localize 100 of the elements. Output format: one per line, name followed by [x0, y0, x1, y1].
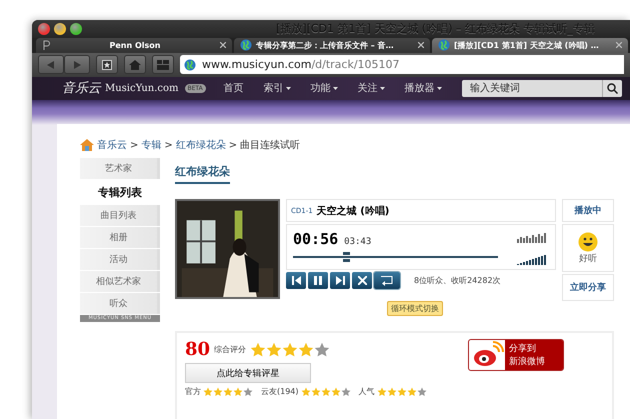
nav-link[interactable]: 关注 [358, 81, 385, 96]
loop-mode-button[interactable] [374, 272, 400, 289]
star-icon [396, 386, 407, 396]
rating-category: 官方 [185, 386, 201, 397]
sidebar-item[interactable]: 相似艺术家 [80, 271, 160, 292]
pause-icon [314, 276, 322, 285]
total-time: 03:43 [344, 237, 372, 247]
star-icon [340, 386, 351, 396]
search-field[interactable]: 输入关键词 [462, 80, 602, 97]
star-icon [314, 342, 330, 358]
star-icon [233, 386, 243, 396]
previous-button[interactable] [286, 272, 306, 289]
breadcrumb-link[interactable]: 音乐云 [97, 138, 127, 152]
breadcrumb-current: 曲目连续试听 [240, 138, 300, 152]
rating-category: 云友(194) [261, 386, 299, 397]
globe-icon [184, 58, 196, 71]
globe-icon [240, 39, 252, 52]
browser-tab[interactable]: Penn Olson [36, 38, 232, 53]
caret-icon [380, 86, 385, 90]
close-tab-icon[interactable] [616, 42, 622, 48]
track-title: 天空之城 (吟唱) [316, 204, 390, 218]
breadcrumb-link[interactable]: 红布绿花朵 [176, 138, 226, 152]
star-icon [330, 386, 341, 396]
close-button[interactable] [38, 22, 50, 35]
browser-tab[interactable]: 专辑分享第二步：上传音乐文件 – 音… [234, 38, 430, 53]
listener-stats: 8位听众、收听24282次 [414, 275, 501, 286]
star-icon [243, 386, 253, 396]
home-icon [80, 139, 94, 151]
search-button[interactable] [602, 80, 622, 97]
forward-button[interactable] [64, 55, 90, 74]
browser-tab[interactable]: [播放][CD1 第1首] 天空之城 (吟唱) … [432, 38, 628, 53]
star-icon [300, 386, 311, 396]
slider-thumb[interactable] [343, 252, 350, 262]
star-icon [376, 386, 387, 396]
page-icon [42, 40, 50, 51]
star-icon [310, 386, 321, 396]
sidebar-item[interactable]: 曲目列表 [80, 205, 160, 226]
spectrum-icon [517, 233, 547, 243]
site-logo[interactable]: 音乐云 [62, 79, 101, 98]
grid-icon [157, 60, 169, 70]
next-button[interactable] [330, 272, 350, 289]
top-sites-button[interactable] [152, 55, 174, 74]
sidebar-item[interactable]: 听众 [80, 293, 160, 314]
tooltip: 循环模式切换 [387, 301, 443, 316]
star-icon [320, 386, 331, 396]
breadcrumb-separator: > [164, 140, 173, 150]
caret-icon [286, 86, 291, 90]
zoom-button[interactable] [70, 22, 82, 35]
star-icon [203, 386, 213, 396]
star-icon [213, 386, 223, 396]
rating-label: 综合评分 [214, 344, 246, 355]
star-icon [282, 342, 298, 358]
close-tab-icon[interactable] [220, 42, 226, 48]
rating-score: 80 [185, 339, 210, 360]
star-icon [298, 342, 314, 358]
star-icon [266, 342, 282, 358]
album-title: 红布绿花朵 [175, 158, 230, 184]
minimize-button[interactable] [54, 22, 66, 35]
search-icon [607, 82, 618, 94]
rate-album-button[interactable]: 点此给专辑评星 [185, 363, 311, 383]
next-icon [336, 276, 344, 285]
window-title: [播放][CD1 第1首] 天空之城 (吟唱) – 红布绿花朵 专辑试听_专辑 [276, 21, 595, 36]
star-icon [223, 386, 233, 396]
rating-category: 人气 [358, 386, 375, 397]
weibo-share-button[interactable]: 分享到 新浪微博 [468, 339, 564, 371]
home-icon [129, 60, 141, 70]
sidebar-item[interactable]: 活动 [80, 249, 160, 270]
star-icon [406, 386, 417, 396]
pause-button[interactable] [308, 272, 328, 289]
stop-button[interactable] [352, 272, 372, 289]
sidebar-item[interactable]: 艺术家 [80, 158, 160, 179]
cross-icon [358, 276, 366, 285]
caret-icon [436, 86, 442, 90]
volume-icon[interactable] [517, 255, 547, 265]
site-name: MusicYun.com [105, 82, 179, 94]
caret-icon [332, 86, 338, 90]
breadcrumb-separator: > [228, 140, 238, 150]
previous-icon [292, 276, 300, 285]
nav-link[interactable]: 播放器 [404, 81, 442, 96]
star-icon [386, 386, 397, 396]
bookmarks-button[interactable] [96, 55, 118, 74]
forward-arrow-icon [73, 60, 81, 69]
smiley-icon[interactable] [578, 232, 598, 252]
star-icon [250, 342, 266, 358]
address-field[interactable]: www.musicyun.com/d/track/105107 [180, 55, 624, 74]
home-button[interactable] [124, 55, 146, 74]
loop-icon [381, 276, 393, 286]
breadcrumb-link[interactable]: 专辑 [141, 138, 162, 152]
star-icon [102, 60, 112, 70]
back-arrow-icon [47, 60, 55, 69]
elapsed-time: 00:56 [293, 230, 338, 248]
nav-link[interactable]: 功能 [310, 81, 338, 96]
back-button[interactable] [38, 55, 64, 74]
nav-link[interactable]: 首页 [224, 81, 244, 96]
nav-link[interactable]: 索引 [264, 81, 291, 96]
star-icon [416, 386, 427, 396]
sidebar-item[interactable]: 相册 [80, 227, 160, 248]
globe-icon [438, 39, 450, 52]
close-tab-icon[interactable] [418, 42, 424, 48]
mood-label: 好听 [579, 252, 597, 264]
